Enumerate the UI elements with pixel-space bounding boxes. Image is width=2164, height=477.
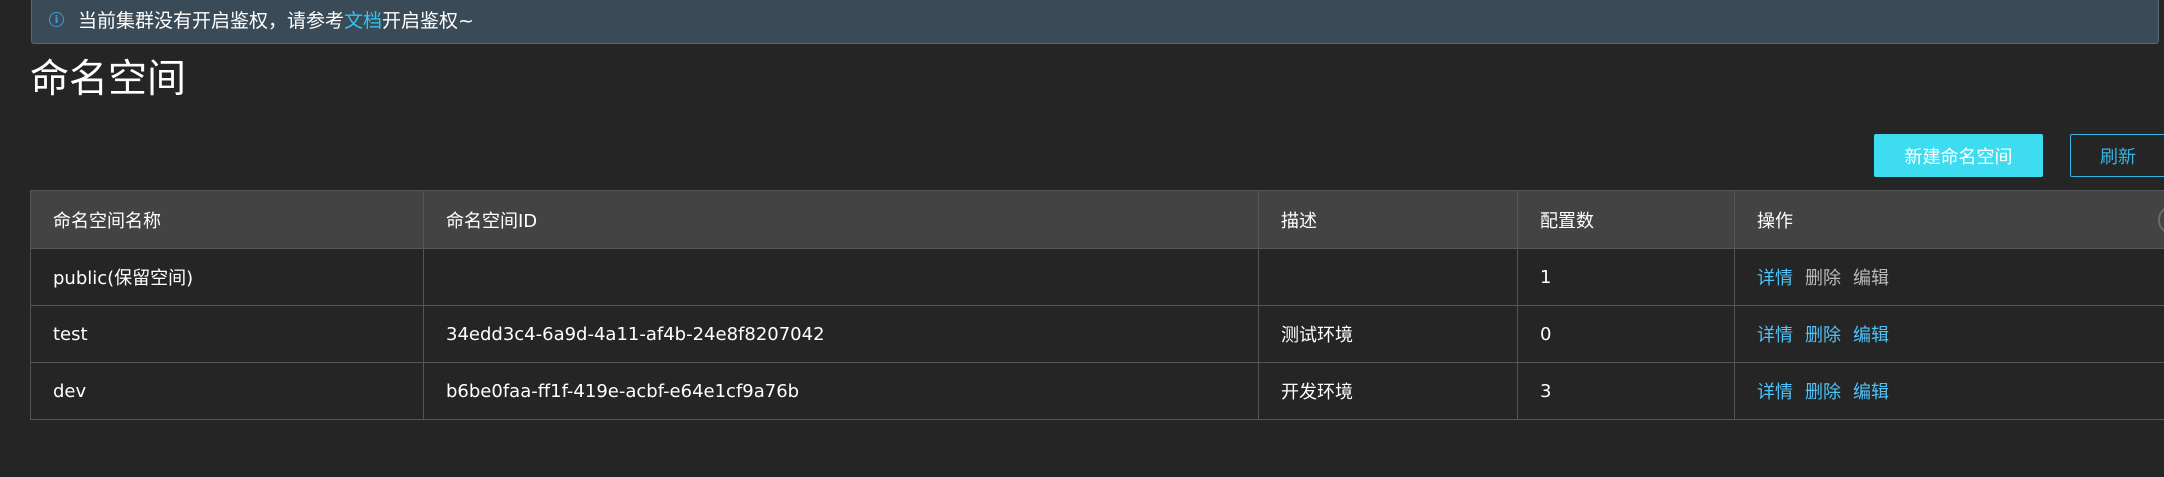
alert-text-after: 开启鉴权~ — [382, 9, 474, 32]
column-header-ops: 操作 — [1734, 190, 2164, 249]
edit-link[interactable]: 编辑 — [1853, 268, 1889, 289]
column-header-count: 配置数 — [1517, 190, 1735, 249]
cell-operations: 详情 删除 编辑 — [1734, 362, 2164, 420]
details-link[interactable]: 详情 — [1757, 268, 1793, 289]
details-link[interactable]: 详情 — [1757, 325, 1793, 346]
column-header-id: 命名空间ID — [423, 190, 1259, 249]
details-link[interactable]: 详情 — [1757, 382, 1793, 403]
cell-config-count: 3 — [1517, 362, 1735, 420]
cell-namespace-name: test — [30, 305, 424, 363]
table-row: dev b6be0faa-ff1f-419e-acbf-e64e1cf9a76b… — [30, 362, 2164, 420]
cell-namespace-id: 34edd3c4-6a9d-4a11-af4b-24e8f8207042 — [423, 305, 1259, 363]
table-row: public(保留空间) 1 详情 删除 编辑 — [30, 248, 2164, 306]
cell-description — [1258, 248, 1518, 306]
cell-description: 测试环境 — [1258, 305, 1518, 363]
column-header-desc: 描述 — [1258, 190, 1518, 249]
refresh-button[interactable]: 刷新 — [2070, 134, 2164, 177]
cell-namespace-id — [423, 248, 1259, 306]
create-namespace-button[interactable]: 新建命名空间 — [1874, 134, 2043, 177]
alert-text-before: 当前集群没有开启鉴权，请参考 — [78, 9, 345, 32]
docs-link[interactable]: 文档 — [344, 6, 382, 33]
cell-operations: 详情 删除 编辑 — [1734, 305, 2164, 363]
delete-link[interactable]: 删除 — [1805, 382, 1841, 403]
table-row: test 34edd3c4-6a9d-4a11-af4b-24e8f820704… — [30, 305, 2164, 363]
edit-link[interactable]: 编辑 — [1853, 382, 1889, 403]
delete-link[interactable]: 删除 — [1805, 325, 1841, 346]
table-header-row: 命名空间名称 命名空间ID 描述 配置数 操作 — [30, 190, 2164, 249]
column-header-name: 命名空间名称 — [30, 190, 424, 249]
page-title: 命名空间 — [30, 57, 187, 102]
cell-namespace-id: b6be0faa-ff1f-419e-acbf-e64e1cf9a76b — [423, 362, 1259, 420]
info-icon: i — [49, 11, 64, 27]
cell-namespace-name: public(保留空间) — [30, 248, 424, 306]
edit-link[interactable]: 编辑 — [1853, 325, 1889, 346]
cell-config-count: 0 — [1517, 305, 1735, 363]
cell-operations: 详情 删除 编辑 — [1734, 248, 2164, 306]
namespace-table: 命名空间名称 命名空间ID 描述 配置数 操作 public(保留空间) 1 详… — [30, 190, 2164, 420]
cell-namespace-name: dev — [30, 362, 424, 420]
cell-config-count: 1 — [1517, 248, 1735, 306]
cell-description: 开发环境 — [1258, 362, 1518, 420]
auth-info-alert: i 当前集群没有开启鉴权，请参考 文档 开启鉴权~ — [31, 0, 2159, 44]
namespace-page: i 当前集群没有开启鉴权，请参考 文档 开启鉴权~ 命名空间 新建命名空间 刷新… — [0, 0, 2164, 477]
delete-link[interactable]: 删除 — [1805, 268, 1841, 289]
